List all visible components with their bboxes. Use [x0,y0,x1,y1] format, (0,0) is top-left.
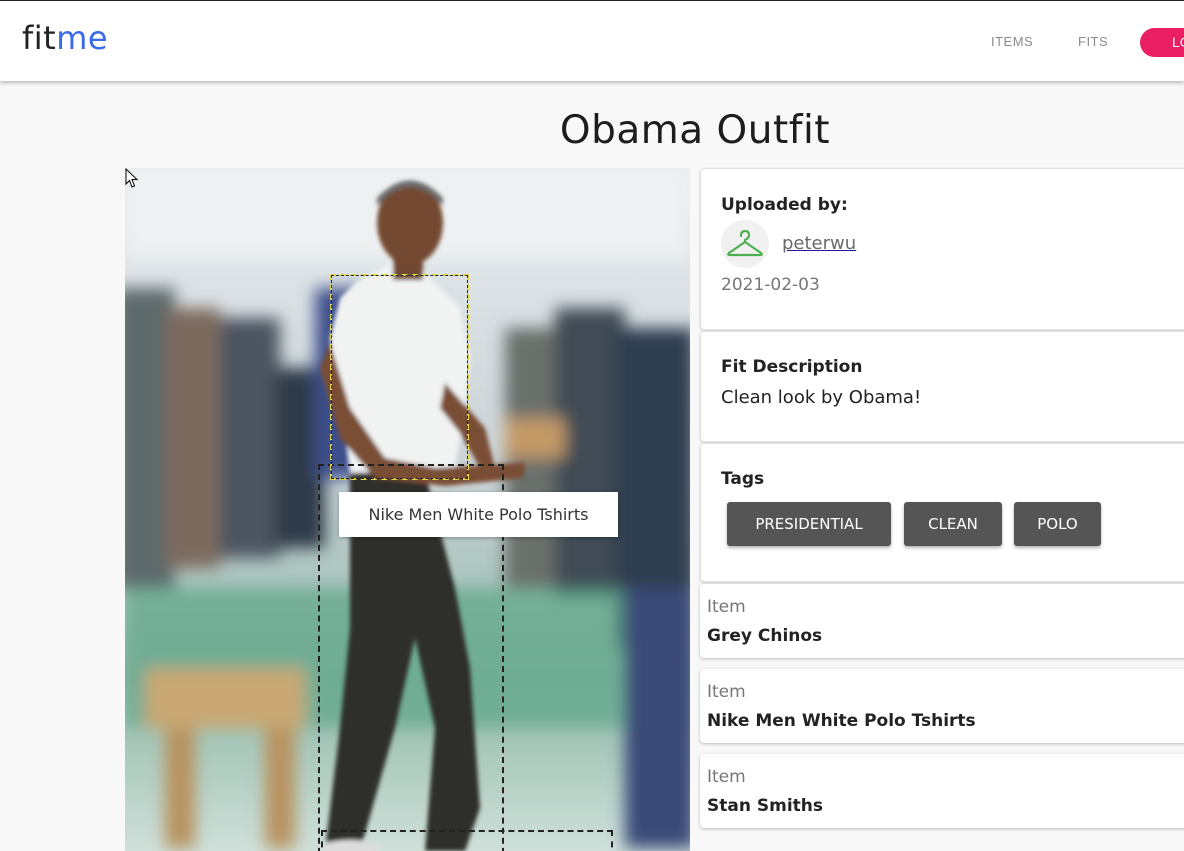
fit-description-text: Clean look by Obama! [721,387,922,408]
tag-chip[interactable]: PRESIDENTIAL [727,502,891,546]
item-card-nike-polo[interactable]: Item Nike Men White Polo Tshirts [700,669,1184,743]
uploader-card: Uploaded by: peterwu 2021-02-03 [700,168,1184,330]
fit-description-label: Fit Description [721,357,863,377]
item-name: Nike Men White Polo Tshirts [707,711,976,731]
fitme-logo[interactable]: fitme [22,19,108,57]
page-title: Obama Outfit [0,108,1184,153]
outfit-photo: Nike Men White Polo Tshirts [125,168,690,851]
hanger-icon [727,230,763,257]
top-app-bar: fitme ITEMS FITS LO [0,0,1184,81]
uploader-username-link[interactable]: peterwu [782,233,856,254]
fit-description-card: Fit Description Clean look by Obama! [700,331,1184,442]
item-kind-label: Item [707,767,746,787]
bbox-nike-polo-tshirt[interactable] [330,274,469,480]
item-kind-label: Item [707,682,746,702]
page-title-text: Obama Outfit [559,108,831,153]
item-name: Stan Smiths [707,796,823,816]
tags-card: Tags PRESIDENTIAL CLEAN POLO [700,443,1184,582]
logo-fit-text: fit [22,19,57,57]
mouse-cursor-icon [125,168,139,188]
item-kind-label: Item [707,597,746,617]
avatar[interactable] [721,220,769,268]
uploaded-by-label: Uploaded by: [721,195,848,215]
item-name: Grey Chinos [707,626,823,646]
upload-date: 2021-02-03 [721,275,820,295]
nav-fits-link[interactable]: FITS [1078,34,1108,49]
item-card-stan-smiths[interactable]: Item Stan Smiths [700,754,1184,828]
logo-me-text: me [56,19,109,57]
tag-chip[interactable]: CLEAN [904,502,1002,546]
login-button[interactable]: LO [1140,28,1184,57]
item-card-grey-chinos[interactable]: Item Grey Chinos [700,584,1184,658]
tag-chip[interactable]: POLO [1014,502,1101,546]
tags-label: Tags [721,469,765,489]
bbox-stan-smiths[interactable] [321,830,613,851]
nav-items-link[interactable]: ITEMS [991,34,1033,49]
item-tooltip: Nike Men White Polo Tshirts [339,492,618,537]
